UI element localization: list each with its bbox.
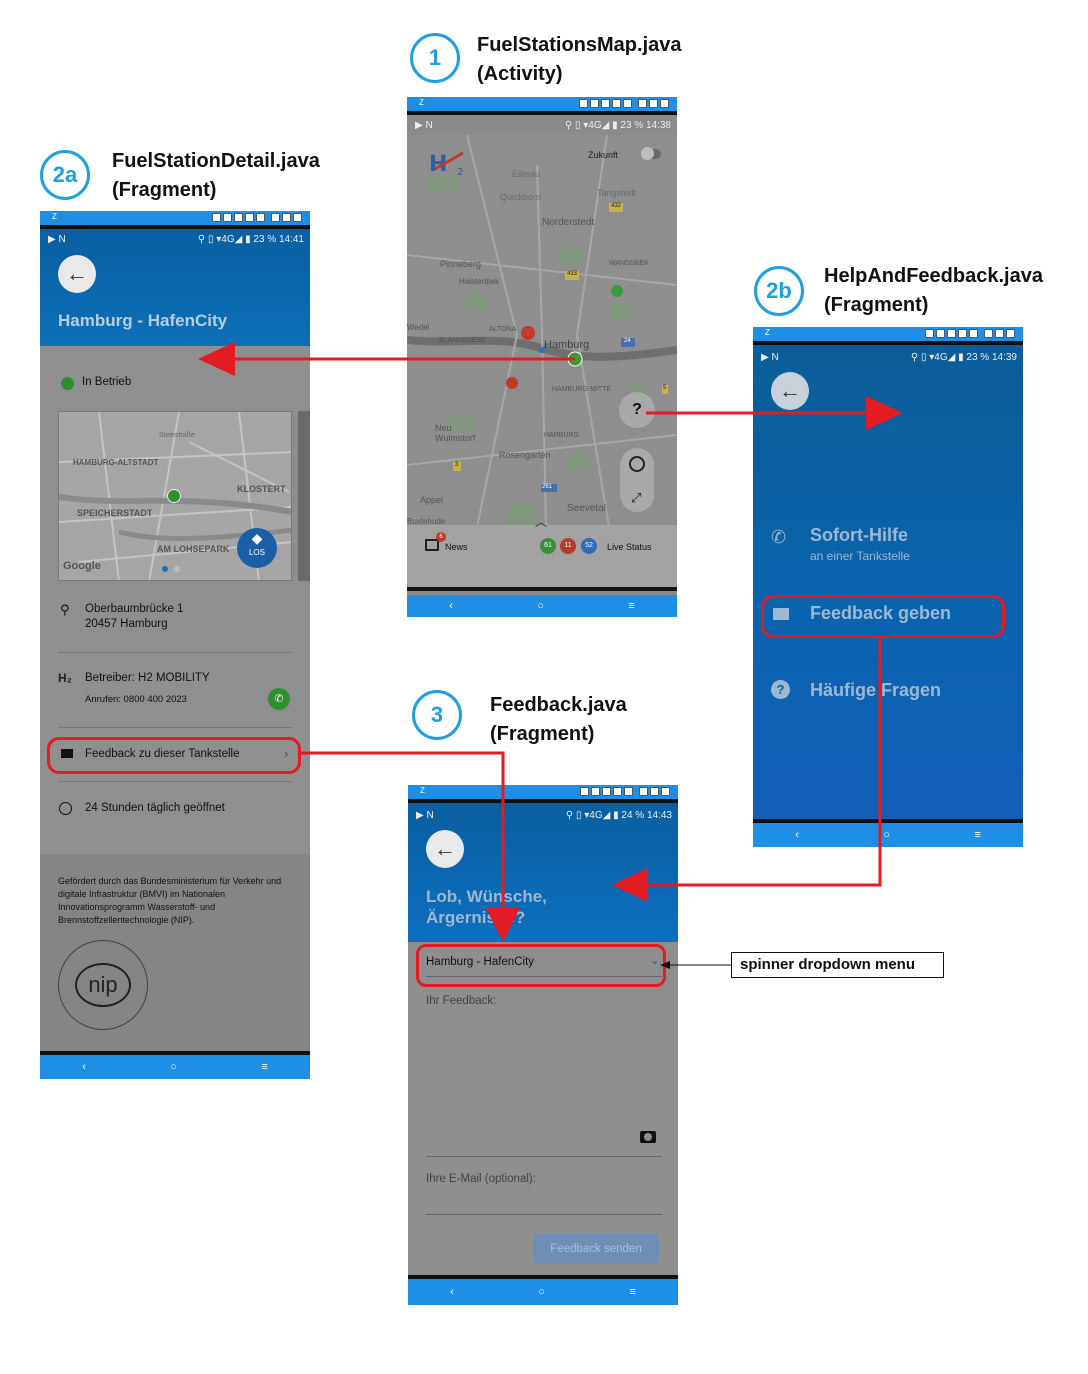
arrowhead-feedback-left <box>612 868 648 902</box>
arrowhead-detail <box>198 342 235 376</box>
arrow-help-to-feedback <box>645 638 882 887</box>
arrowhead-help <box>866 396 903 430</box>
annotation-pointer-head <box>660 961 670 969</box>
arrow-detail-to-feedback <box>301 751 505 915</box>
flow-arrows <box>198 342 903 969</box>
arrowhead-feedback-down <box>486 908 520 942</box>
spinner-annotation: spinner dropdown menu <box>731 952 944 978</box>
